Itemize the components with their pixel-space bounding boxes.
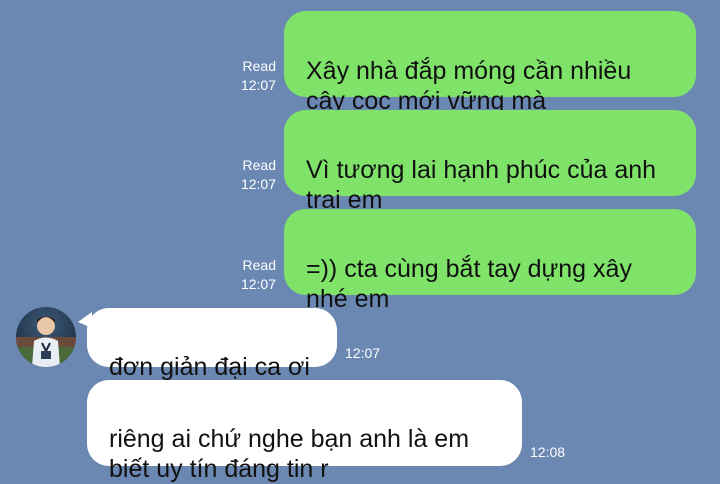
read-status: Read — [242, 157, 276, 173]
message-text: đơn giản đại ca ơi — [109, 353, 310, 381]
message-text: =)) cta cùng bắt tay dựng xây nhé em — [306, 255, 632, 313]
read-status: Read — [242, 58, 276, 74]
read-status: Read — [242, 257, 276, 273]
message-meta: Read 12:07 — [232, 256, 276, 294]
outgoing-message-bubble[interactable]: =)) cta cùng bắt tay dựng xây nhé em — [284, 209, 696, 313]
message-text: riêng ai chứ nghe bạn anh là em biết uy … — [109, 425, 470, 483]
message-time: 12:07 — [240, 176, 276, 192]
message-time: 12:07 — [240, 276, 276, 292]
avatar-icon — [16, 316, 76, 367]
message-text: Xây nhà đắp móng cần nhiều cây cọc mới v… — [306, 57, 632, 115]
message-meta: Read 12:07 — [232, 57, 276, 95]
message-meta: Read 12:07 — [232, 156, 276, 194]
outgoing-message-bubble[interactable]: Vì tương lai hạnh phúc của anh trai em — [284, 110, 696, 214]
message-time: 12:08 — [530, 444, 566, 460]
chat-area[interactable]: Read 12:07 Xây nhà đắp móng cần nhiều câ… — [0, 0, 720, 483]
incoming-message-bubble[interactable]: đơn giản đại ca ơi — [87, 308, 337, 381]
message-time: 12:07 — [240, 77, 276, 93]
incoming-message-bubble[interactable]: riêng ai chứ nghe bạn anh là em biết uy … — [87, 380, 522, 483]
message-text: Vì tương lai hạnh phúc của anh trai em — [306, 156, 657, 214]
contact-avatar[interactable] — [16, 307, 76, 367]
message-time: 12:07 — [345, 345, 381, 361]
outgoing-message-bubble[interactable]: Xây nhà đắp móng cần nhiều cây cọc mới v… — [284, 11, 696, 115]
